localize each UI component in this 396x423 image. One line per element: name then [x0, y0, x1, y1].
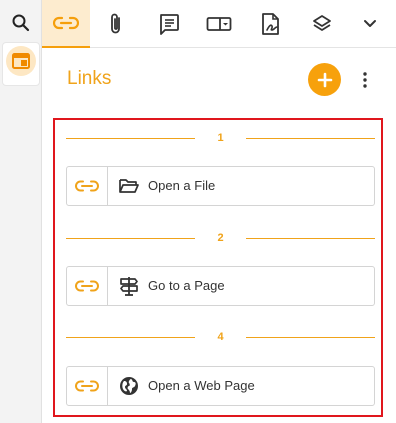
more-options-button[interactable]	[354, 66, 376, 94]
tool-attachments[interactable]	[92, 0, 140, 48]
link-icon	[75, 180, 99, 192]
layers-icon	[313, 15, 331, 31]
more-vertical-icon	[363, 72, 367, 88]
link-type-indicator	[67, 367, 108, 405]
panel-title: Links	[67, 68, 112, 89]
divider-line	[66, 337, 195, 338]
link-label: Open a Web Page	[148, 378, 255, 393]
folder-open-icon	[119, 179, 139, 193]
signpost-icon	[120, 277, 138, 296]
tool-more-dropdown[interactable]	[346, 0, 394, 48]
panel-icon	[12, 53, 30, 69]
divider-line	[246, 238, 375, 239]
search-icon	[12, 14, 30, 32]
page-divider: 4	[66, 329, 375, 345]
page-divider: 1	[66, 130, 375, 146]
link-icon	[75, 380, 99, 392]
tool-layers[interactable]	[298, 0, 346, 48]
comment-icon	[160, 14, 179, 35]
signature-icon	[262, 13, 279, 35]
paperclip-icon	[111, 13, 120, 34]
form-field-icon	[206, 17, 232, 31]
page-divider: 2	[66, 230, 375, 246]
toolbar	[42, 0, 396, 48]
link-kind-icon	[118, 275, 140, 297]
divider-line	[246, 337, 375, 338]
page-number: 4	[217, 331, 224, 343]
add-link-button[interactable]	[308, 63, 341, 96]
link-kind-icon	[118, 375, 140, 397]
divider-line	[66, 238, 195, 239]
tool-signatures[interactable]	[247, 0, 295, 48]
divider-line	[246, 138, 375, 139]
left-rail	[0, 0, 42, 423]
globe-icon	[120, 377, 138, 395]
link-item-open-web-page[interactable]: Open a Web Page	[66, 366, 375, 406]
panel-toggle-button[interactable]	[6, 46, 36, 76]
link-label: Open a File	[148, 178, 216, 193]
divider-line	[66, 138, 195, 139]
tool-comments[interactable]	[145, 0, 193, 48]
link-label: Go to a Page	[148, 278, 225, 293]
plus-icon	[317, 72, 332, 87]
tool-links[interactable]	[42, 0, 90, 48]
page-number: 1	[217, 132, 224, 144]
link-item-go-to-page[interactable]: Go to a Page	[66, 266, 375, 306]
link-icon	[53, 16, 79, 30]
page-number: 2	[217, 232, 224, 244]
link-icon	[75, 280, 99, 292]
link-type-indicator	[67, 167, 108, 205]
chevron-down-icon	[364, 20, 376, 27]
search-button[interactable]	[4, 6, 38, 40]
link-item-open-file[interactable]: Open a File	[66, 166, 375, 206]
link-type-indicator	[67, 267, 108, 305]
tool-form-fields[interactable]	[195, 0, 243, 48]
link-kind-icon	[118, 175, 140, 197]
